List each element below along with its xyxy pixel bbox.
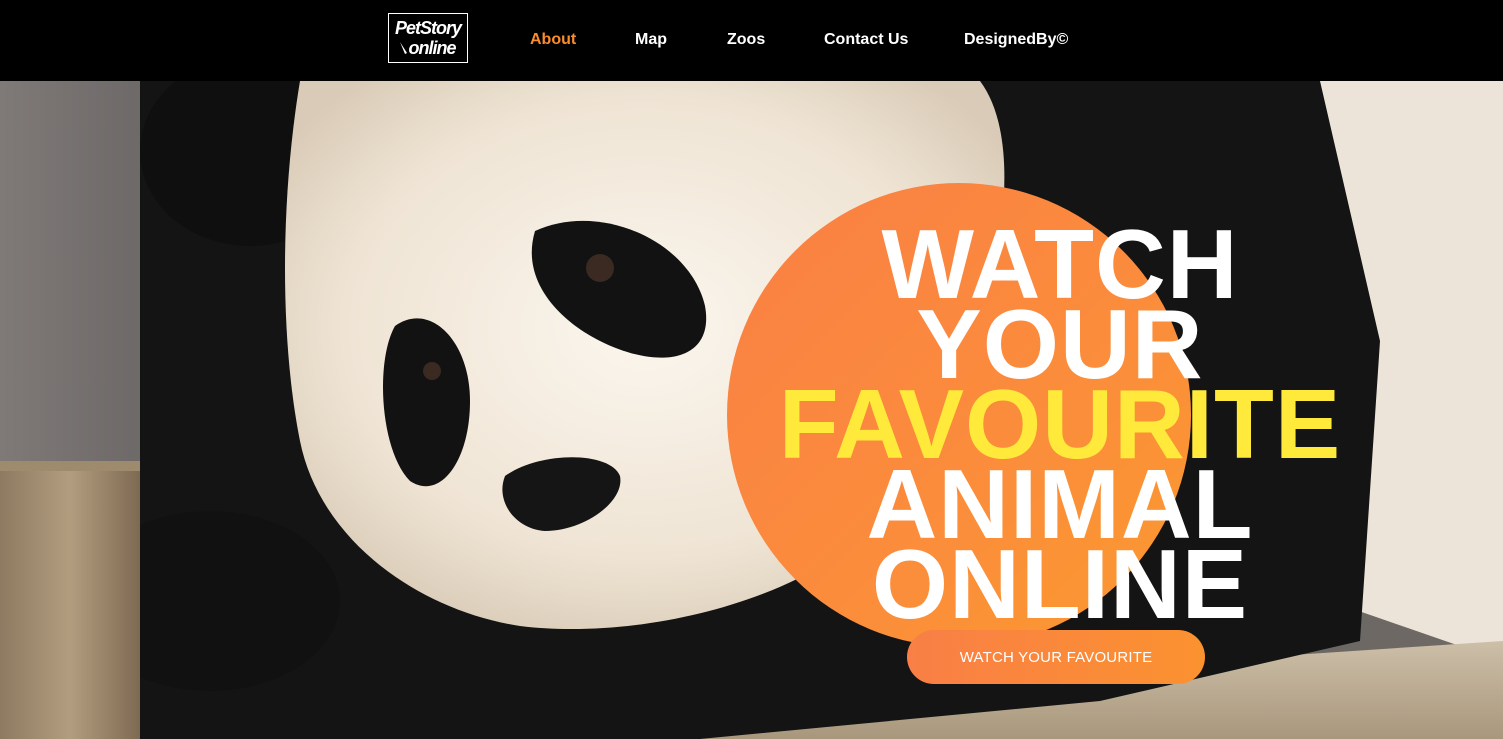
logo-text-line2-label: online: [408, 38, 457, 58]
nav-designed-by[interactable]: DesignedBy©: [964, 30, 1068, 50]
site-logo[interactable]: PetStory online: [388, 13, 468, 63]
headline-line-online: ONLINE: [871, 528, 1249, 639]
hero-headline: WATCH YOUR FAVOURITE ANIMAL ONLINE: [760, 215, 1360, 639]
nav-map[interactable]: Map: [635, 30, 667, 50]
nav-zoos[interactable]: Zoos: [727, 30, 765, 50]
watch-your-favourite-button[interactable]: WATCH YOUR FAVOURITE: [907, 630, 1205, 684]
top-nav-bar: PetStory online About Map Zoos Contact U…: [0, 0, 1503, 81]
pen-icon: [399, 42, 407, 54]
logo-text-line1: PetStory: [394, 18, 462, 38]
logo-text-line2: online: [399, 38, 457, 58]
nav-contact-us[interactable]: Contact Us: [824, 30, 908, 50]
nav-about[interactable]: About: [530, 30, 576, 50]
